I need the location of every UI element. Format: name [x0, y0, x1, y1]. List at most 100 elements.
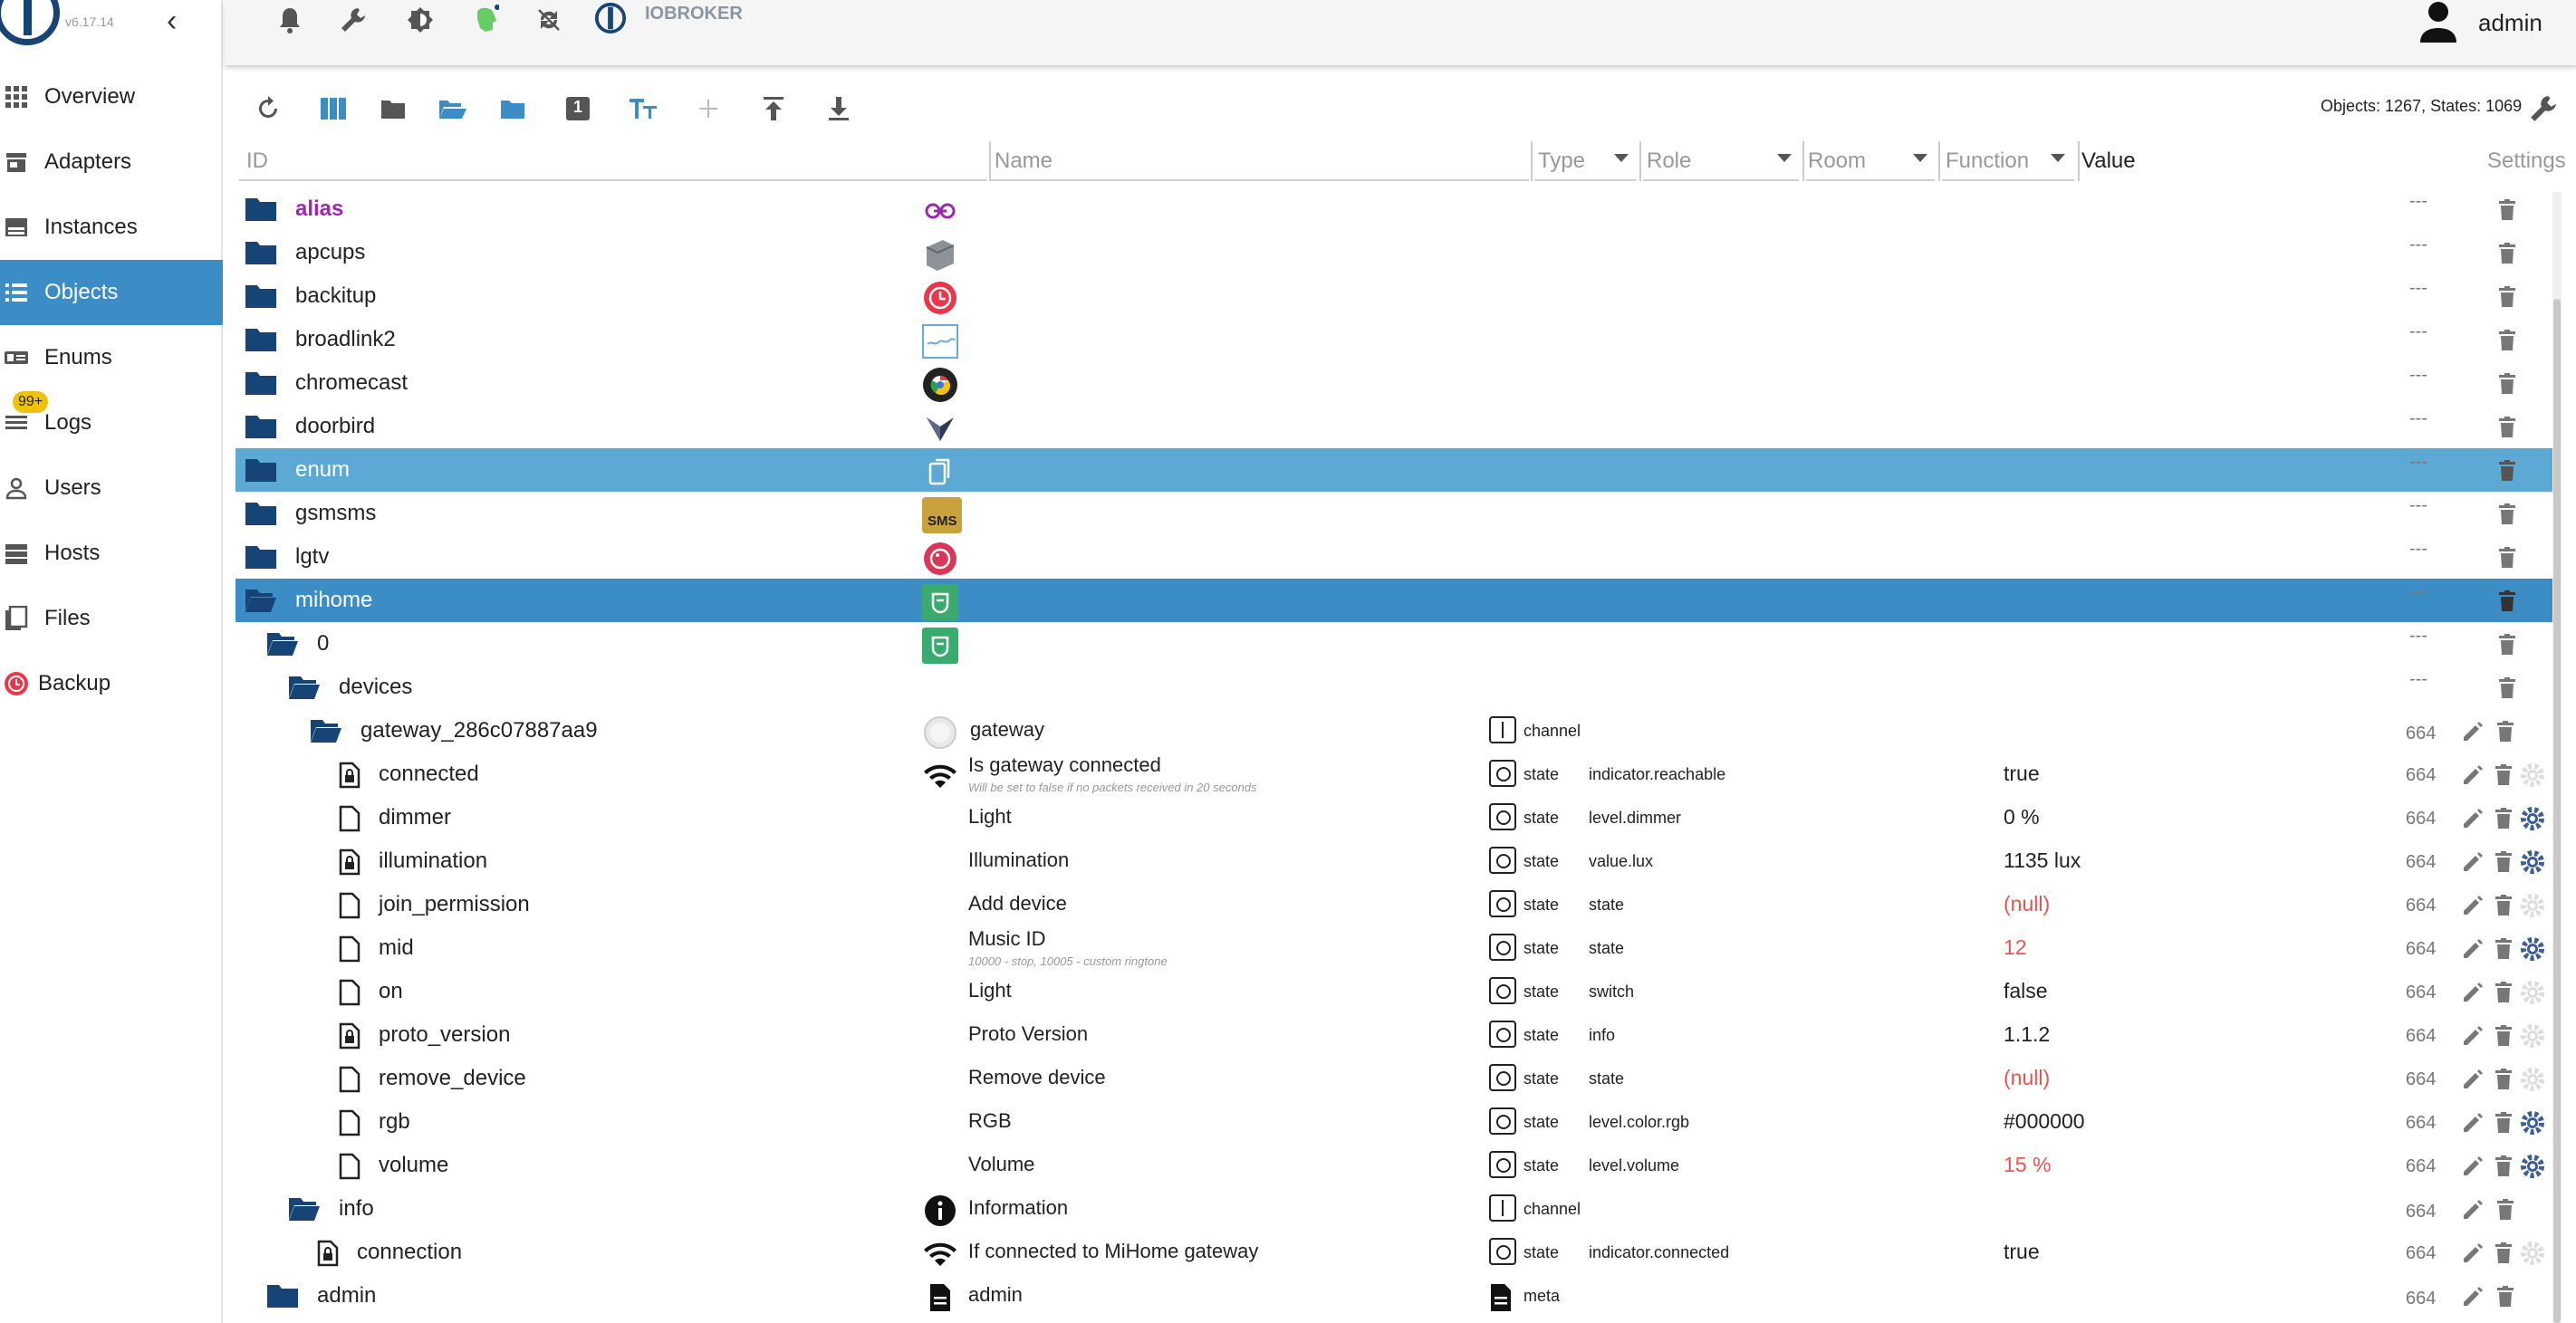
type-dropdown-icon[interactable] — [1614, 154, 1629, 162]
table-row[interactable]: dimmer Light state level.dimmer 0 % 664 — [235, 796, 2552, 839]
edit-icon[interactable] — [2460, 762, 2485, 789]
table-row[interactable]: lgtv --- — [235, 535, 2552, 579]
file-icon[interactable] — [339, 805, 360, 832]
folder-icon[interactable] — [375, 91, 411, 127]
bell-icon[interactable] — [274, 0, 306, 40]
file-icon[interactable] — [339, 1109, 360, 1136]
table-row[interactable]: apcups --- — [235, 231, 2552, 274]
column-header-value[interactable]: Value — [2081, 149, 2136, 174]
object-value[interactable]: true — [2004, 762, 2040, 786]
gear-icon[interactable] — [2520, 935, 2545, 963]
delete-icon[interactable] — [2493, 718, 2518, 745]
delete-icon[interactable] — [2491, 1022, 2516, 1050]
delete-icon[interactable] — [2493, 1196, 2518, 1223]
table-row[interactable]: mihome --- — [235, 579, 2552, 622]
sync-off-icon[interactable] — [533, 0, 565, 40]
object-value[interactable]: 12 — [2004, 935, 2027, 960]
edit-icon[interactable] — [2460, 1022, 2485, 1050]
edit-icon[interactable] — [2460, 979, 2485, 1006]
download-icon[interactable] — [821, 91, 857, 127]
level-button[interactable]: 1 — [560, 91, 596, 127]
folder-open-icon[interactable] — [245, 588, 277, 613]
file-icon[interactable] — [339, 1153, 360, 1180]
folder-open-icon[interactable] — [266, 631, 299, 657]
user-label[interactable]: admin — [2478, 9, 2542, 37]
edit-icon[interactable] — [2460, 892, 2485, 919]
table-row[interactable]: info Information channel 664 — [235, 1187, 2552, 1231]
column-header-function[interactable]: Function — [1946, 149, 2029, 174]
wrench-icon[interactable] — [337, 0, 370, 40]
delete-icon[interactable] — [2491, 1109, 2516, 1136]
table-row[interactable]: illumination Illumination state value.lu… — [235, 839, 2552, 883]
column-header-id[interactable]: ID — [246, 149, 268, 174]
iobroker-icon[interactable] — [594, 0, 627, 38]
delete-icon[interactable] — [2491, 848, 2516, 876]
folder-icon[interactable] — [245, 370, 277, 396]
edit-icon[interactable] — [2460, 935, 2485, 963]
object-value[interactable]: 1135 lux — [2004, 848, 2081, 873]
table-row[interactable]: gsmsms SMS --- — [235, 492, 2552, 535]
scrollbar-thumb[interactable] — [2553, 299, 2561, 1323]
file-icon[interactable] — [339, 892, 360, 919]
sidebar-item-files[interactable]: Files — [0, 586, 223, 651]
delete-icon[interactable] — [2494, 197, 2520, 224]
edit-icon[interactable] — [2460, 848, 2485, 876]
account-icon[interactable] — [2417, 0, 2460, 45]
column-header-type[interactable]: Type — [1538, 149, 1585, 174]
delete-icon[interactable] — [2494, 588, 2520, 615]
function-dropdown-icon[interactable] — [2051, 154, 2065, 162]
delete-icon[interactable] — [2491, 1153, 2516, 1180]
gear-icon[interactable] — [2520, 805, 2545, 832]
table-row[interactable]: on Light state switch false 664 — [235, 970, 2552, 1013]
table-row[interactable]: mid Music ID 10000 - stop, 10005 - custo… — [235, 926, 2552, 970]
folder-icon[interactable] — [245, 457, 277, 483]
settings-wrench-icon[interactable] — [2525, 91, 2562, 127]
column-header-name[interactable]: Name — [995, 149, 1053, 174]
sidebar-item-backup[interactable]: Backup — [0, 651, 223, 716]
sidebar-item-objects[interactable]: Objects — [0, 260, 223, 325]
gear-icon[interactable] — [2520, 762, 2545, 789]
table-row[interactable]: remove_device Remove device state state … — [235, 1057, 2552, 1100]
table-row[interactable]: backitup --- — [235, 274, 2552, 318]
sidebar-item-instances[interactable]: Instances — [0, 195, 223, 260]
folder-icon[interactable] — [245, 327, 277, 352]
edit-icon[interactable] — [2460, 718, 2485, 745]
object-value[interactable]: true — [2004, 1240, 2040, 1264]
edit-icon[interactable] — [2460, 805, 2485, 832]
delete-icon[interactable] — [2491, 979, 2516, 1006]
folder-icon[interactable] — [245, 197, 277, 222]
add-icon[interactable] — [690, 91, 726, 127]
delete-icon[interactable] — [2494, 544, 2520, 571]
upload-icon[interactable] — [755, 91, 792, 127]
edit-icon[interactable] — [2460, 1240, 2485, 1267]
file-lock-icon[interactable] — [339, 762, 360, 789]
table-row[interactable]: connection If connected to MiHome gatewa… — [235, 1231, 2552, 1274]
file-icon[interactable] — [339, 1066, 360, 1093]
delete-icon[interactable] — [2491, 805, 2516, 832]
delete-icon[interactable] — [2494, 675, 2520, 702]
gear-icon[interactable] — [2520, 1240, 2545, 1267]
folder-icon[interactable] — [266, 1283, 299, 1309]
delete-icon[interactable] — [2494, 457, 2520, 484]
delete-icon[interactable] — [2491, 1240, 2516, 1267]
room-dropdown-icon[interactable] — [1913, 154, 1927, 162]
delete-icon[interactable] — [2491, 892, 2516, 919]
gear-icon[interactable] — [2520, 979, 2545, 1006]
object-value[interactable]: 0 % — [2004, 805, 2040, 829]
edit-icon[interactable] — [2460, 1196, 2485, 1223]
table-row[interactable]: gateway_286c07887aa9 gateway channel 664 — [235, 709, 2552, 753]
theme-icon[interactable] — [404, 0, 437, 40]
object-value[interactable]: #000000 — [2004, 1109, 2085, 1134]
object-value[interactable]: (null) — [2004, 1066, 2050, 1090]
gear-icon[interactable] — [2520, 892, 2545, 919]
edit-icon[interactable] — [2460, 1109, 2485, 1136]
file-icon[interactable] — [339, 979, 360, 1006]
gear-icon[interactable] — [2520, 848, 2545, 876]
collapse-all-icon[interactable] — [495, 91, 531, 127]
refresh-icon[interactable] — [250, 91, 286, 127]
folder-open-icon[interactable] — [288, 1196, 321, 1222]
sidebar-item-hosts[interactable]: Hosts — [0, 521, 223, 586]
role-dropdown-icon[interactable] — [1777, 154, 1792, 162]
table-row[interactable]: devices --- — [235, 666, 2552, 709]
delete-icon[interactable] — [2494, 283, 2520, 311]
